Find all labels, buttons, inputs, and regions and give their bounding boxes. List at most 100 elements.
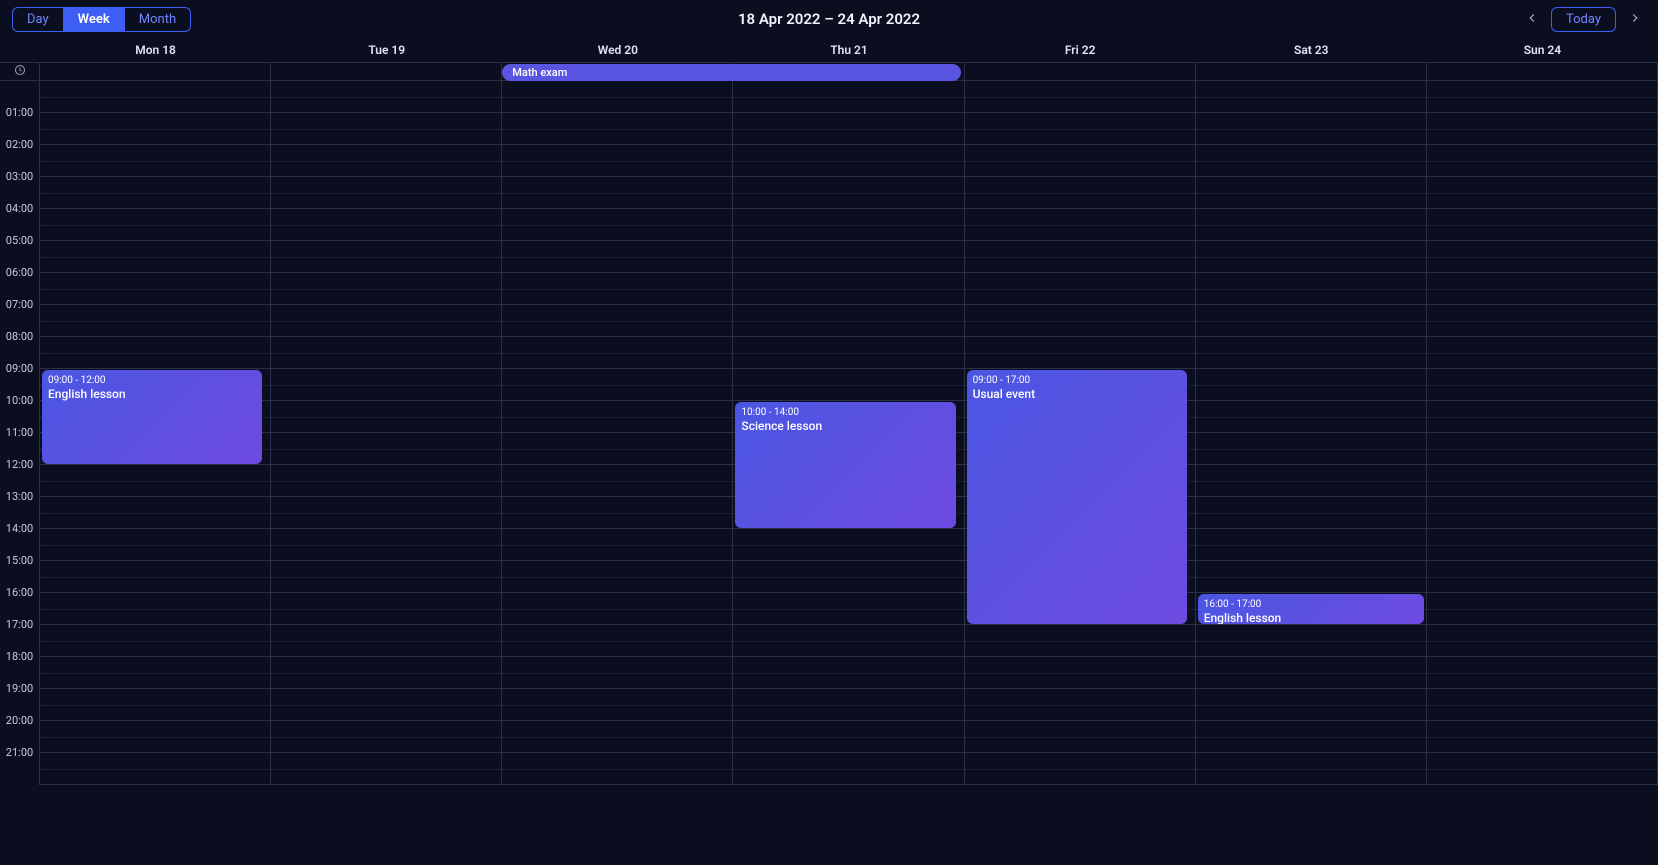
hour-cell[interactable] (733, 305, 963, 337)
hour-cell[interactable] (733, 529, 963, 561)
hour-cell[interactable] (271, 273, 501, 305)
hour-cell[interactable] (1196, 81, 1426, 113)
hour-cell[interactable] (271, 593, 501, 625)
hour-cell[interactable] (1427, 369, 1657, 401)
hour-cell[interactable] (40, 273, 270, 305)
hour-cell[interactable] (1427, 337, 1657, 369)
hour-cell[interactable] (1427, 497, 1657, 529)
day-column[interactable] (271, 81, 502, 785)
day-column[interactable]: 09:00 - 17:00Usual event (965, 81, 1196, 785)
hour-cell[interactable] (1427, 305, 1657, 337)
day-column[interactable] (502, 81, 733, 785)
hour-cell[interactable] (733, 81, 963, 113)
hour-cell[interactable] (1427, 689, 1657, 721)
hour-cell[interactable] (965, 721, 1195, 753)
hour-cell[interactable] (733, 721, 963, 753)
next-week-button[interactable] (1624, 7, 1646, 32)
day-column[interactable]: 16:00 - 17:00English lesson (1196, 81, 1427, 785)
hour-cell[interactable] (40, 721, 270, 753)
hour-cell[interactable] (965, 337, 1195, 369)
hour-cell[interactable] (502, 113, 732, 145)
hour-cell[interactable] (271, 497, 501, 529)
hour-cell[interactable] (502, 593, 732, 625)
hour-cell[interactable] (502, 561, 732, 593)
hour-cell[interactable] (1196, 657, 1426, 689)
hour-cell[interactable] (1196, 721, 1426, 753)
hour-cell[interactable] (271, 689, 501, 721)
hour-cell[interactable] (1196, 273, 1426, 305)
hour-cell[interactable] (1196, 529, 1426, 561)
hour-cell[interactable] (502, 657, 732, 689)
hour-cell[interactable] (1427, 593, 1657, 625)
hour-cell[interactable] (733, 689, 963, 721)
hour-cell[interactable] (40, 305, 270, 337)
hour-cell[interactable] (965, 689, 1195, 721)
hour-cell[interactable] (502, 401, 732, 433)
hour-cell[interactable] (1196, 145, 1426, 177)
hour-cell[interactable] (271, 241, 501, 273)
hour-cell[interactable] (1427, 209, 1657, 241)
hour-cell[interactable] (1196, 305, 1426, 337)
hour-cell[interactable] (502, 625, 732, 657)
hour-cell[interactable] (1196, 497, 1426, 529)
hour-cell[interactable] (40, 241, 270, 273)
hour-cell[interactable] (40, 337, 270, 369)
hour-cell[interactable] (271, 113, 501, 145)
hour-cell[interactable] (40, 497, 270, 529)
hour-cell[interactable] (502, 273, 732, 305)
hour-cell[interactable] (502, 337, 732, 369)
hour-cell[interactable] (1196, 113, 1426, 145)
hour-cell[interactable] (40, 593, 270, 625)
hour-cell[interactable] (733, 337, 963, 369)
day-header[interactable]: Wed 20 (502, 43, 733, 57)
hour-cell[interactable] (40, 561, 270, 593)
calendar-event[interactable]: 09:00 - 17:00Usual event (967, 370, 1187, 624)
hour-cell[interactable] (40, 113, 270, 145)
day-header[interactable]: Sun 24 (1427, 43, 1658, 57)
day-column[interactable]: 10:00 - 14:00Science lesson (733, 81, 964, 785)
hour-cell[interactable] (965, 241, 1195, 273)
hour-cell[interactable] (271, 369, 501, 401)
hour-cell[interactable] (271, 337, 501, 369)
hour-cell[interactable] (40, 529, 270, 561)
hour-cell[interactable] (1196, 625, 1426, 657)
hour-cell[interactable] (1427, 721, 1657, 753)
hour-cell[interactable] (1196, 241, 1426, 273)
hour-cell[interactable] (1427, 177, 1657, 209)
hour-cell[interactable] (733, 657, 963, 689)
hour-cell[interactable] (965, 113, 1195, 145)
hour-cell[interactable] (271, 465, 501, 497)
hour-cell[interactable] (1196, 209, 1426, 241)
hour-cell[interactable] (733, 113, 963, 145)
hour-cell[interactable] (502, 81, 732, 113)
hour-cell[interactable] (271, 529, 501, 561)
hour-cell[interactable] (271, 209, 501, 241)
hour-cell[interactable] (965, 657, 1195, 689)
day-header[interactable]: Tue 19 (271, 43, 502, 57)
hour-cell[interactable] (1196, 337, 1426, 369)
hour-cell[interactable] (502, 209, 732, 241)
hour-cell[interactable] (965, 273, 1195, 305)
day-header[interactable]: Thu 21 (733, 43, 964, 57)
day-column[interactable] (1427, 81, 1658, 785)
hour-cell[interactable] (733, 593, 963, 625)
hour-cell[interactable] (271, 721, 501, 753)
allday-event[interactable]: Math exam (502, 64, 960, 81)
prev-week-button[interactable] (1521, 7, 1543, 32)
hour-cell[interactable] (502, 753, 732, 785)
hour-cell[interactable] (1427, 81, 1657, 113)
hour-cell[interactable] (40, 753, 270, 785)
hour-cell[interactable] (1427, 241, 1657, 273)
hour-cell[interactable] (40, 657, 270, 689)
day-header[interactable]: Mon 18 (40, 43, 271, 57)
hour-cell[interactable] (40, 689, 270, 721)
view-week-button[interactable]: Week (63, 8, 124, 31)
hour-cell[interactable] (502, 369, 732, 401)
hour-cell[interactable] (502, 433, 732, 465)
hour-cell[interactable] (502, 721, 732, 753)
calendar-event[interactable]: 09:00 - 12:00English lesson (42, 370, 262, 464)
hour-cell[interactable] (1427, 529, 1657, 561)
hour-cell[interactable] (965, 81, 1195, 113)
hour-cell[interactable] (965, 753, 1195, 785)
allday-track[interactable]: Math exam (40, 63, 1658, 80)
